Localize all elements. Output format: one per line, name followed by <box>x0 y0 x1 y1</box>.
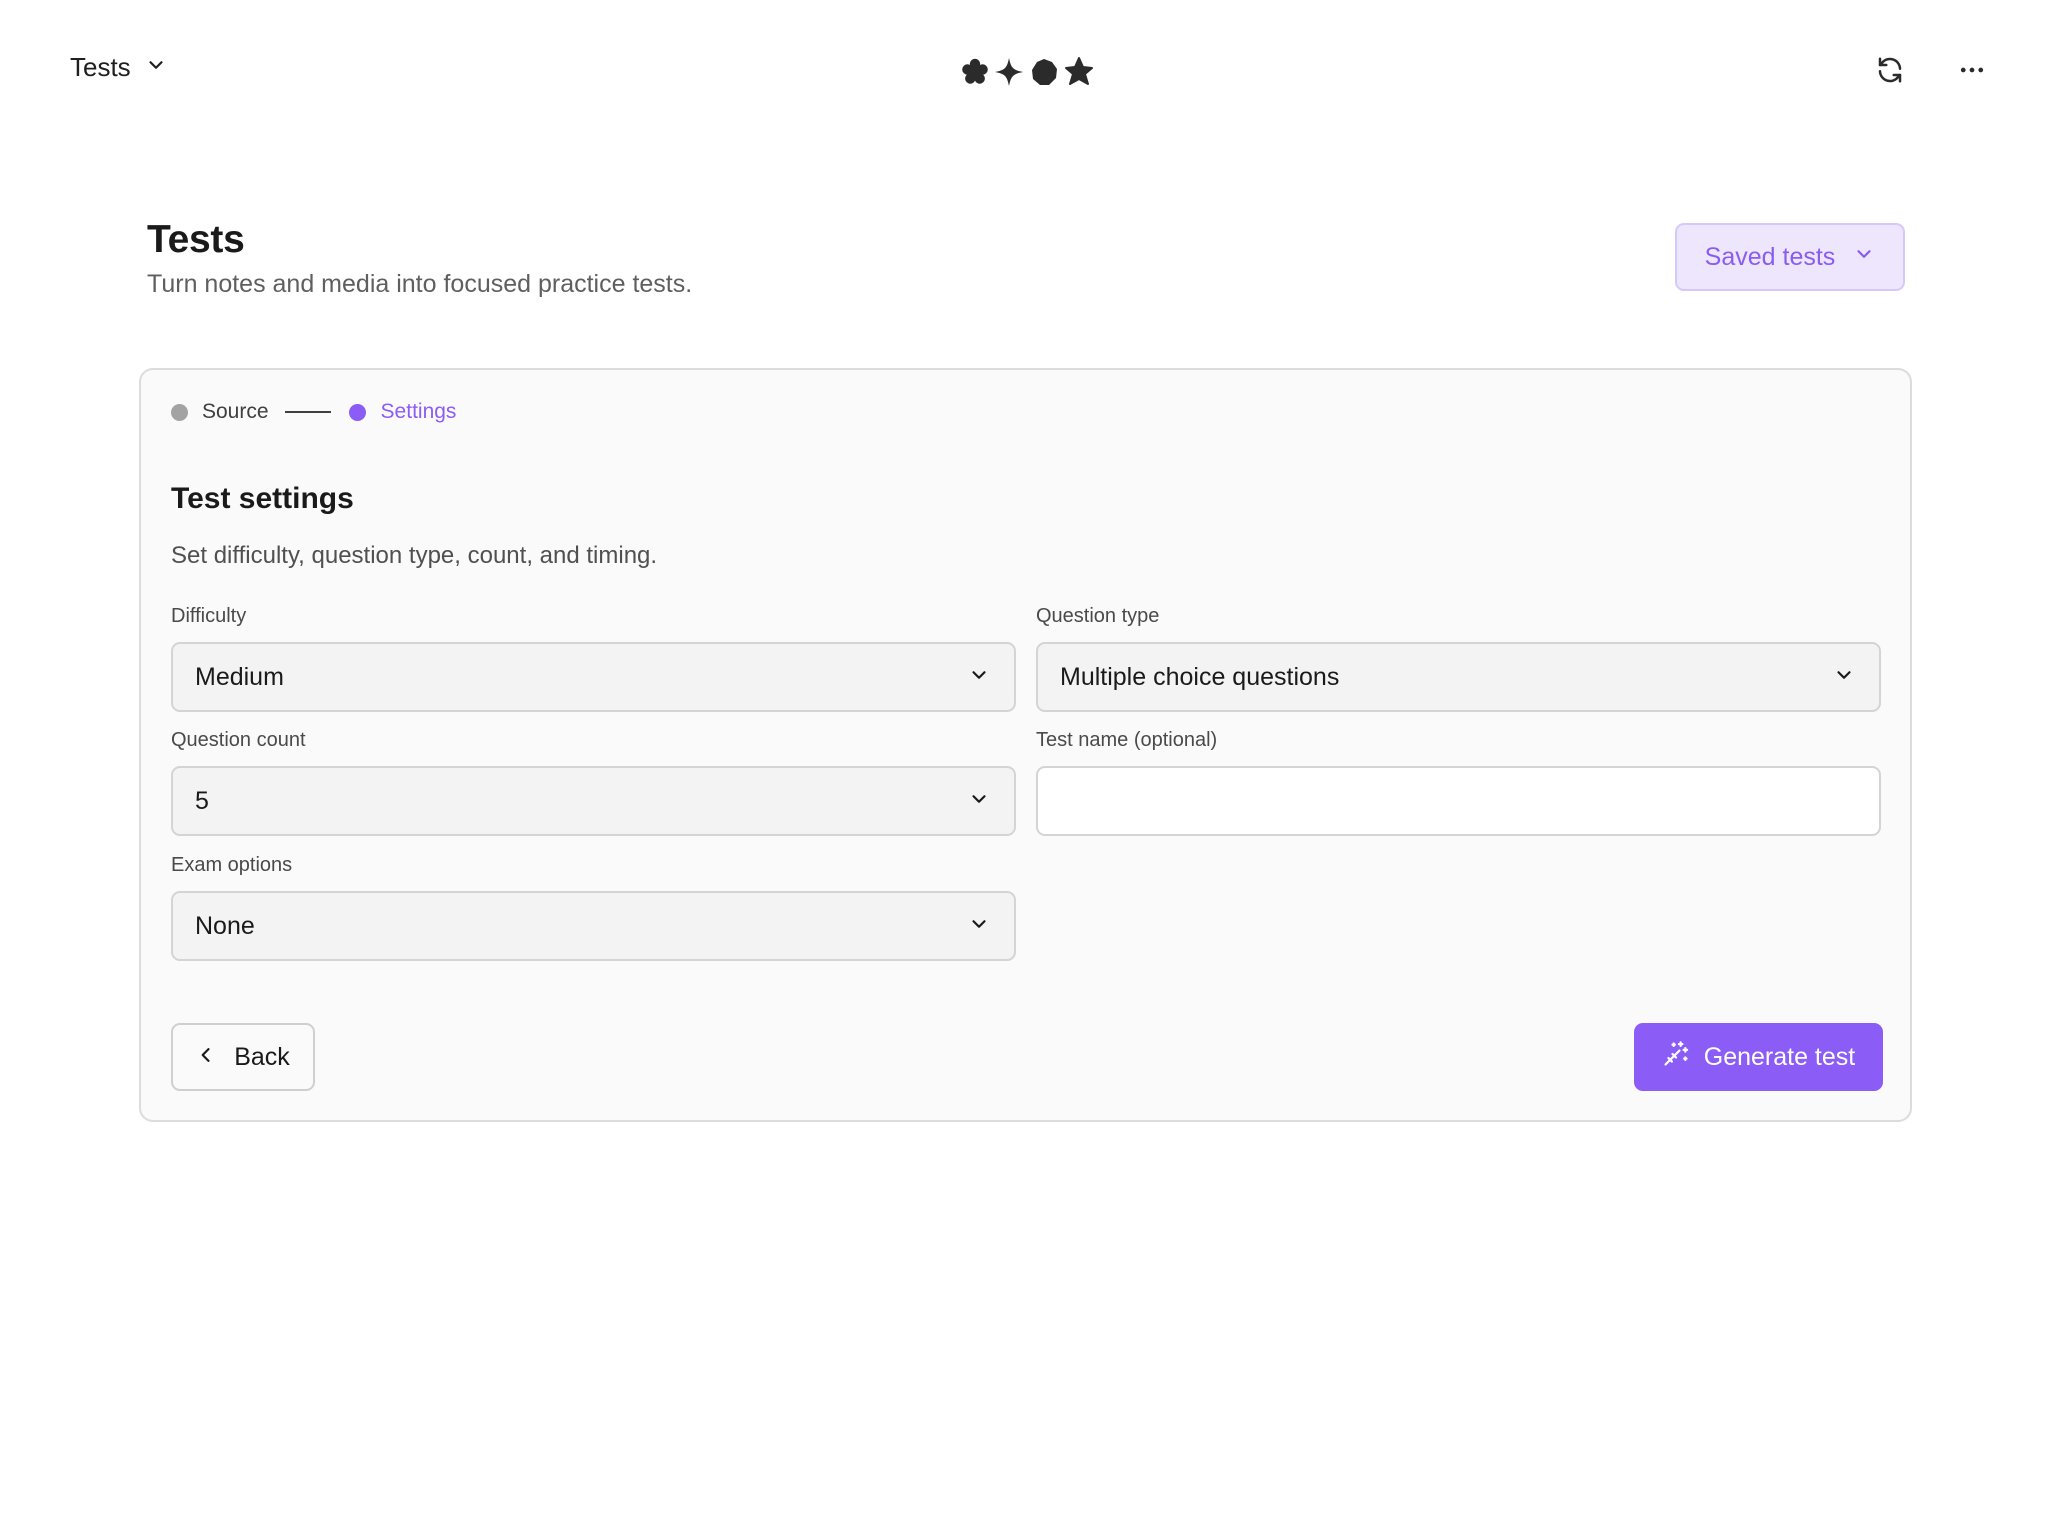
difficulty-select[interactable]: Medium <box>171 642 1016 712</box>
chevron-down-icon <box>968 664 990 691</box>
difficulty-value: Medium <box>195 662 284 691</box>
difficulty-label: Difficulty <box>171 605 247 627</box>
app-switcher-menu[interactable]: Tests <box>70 52 167 83</box>
more-options-button[interactable] <box>1950 50 1994 94</box>
top-bar: Tests <box>0 0 2048 142</box>
chevron-down-icon <box>1853 243 1875 272</box>
step-settings[interactable]: Settings <box>381 400 457 424</box>
question-type-value: Multiple choice questions <box>1060 662 1340 691</box>
chevron-down-icon <box>968 788 990 815</box>
step-dot-settings <box>348 403 366 421</box>
exam-options-label: Exam options <box>171 854 293 876</box>
stepper: Source Settings <box>171 400 456 424</box>
page-title: Tests <box>147 218 245 261</box>
step-source[interactable]: Source <box>202 400 269 424</box>
chevron-left-icon <box>196 1043 216 1072</box>
chevron-down-icon <box>145 52 167 83</box>
test-name-label: Test name (optional) <box>1036 729 1218 751</box>
step-dot-source <box>171 403 188 421</box>
test-name-input[interactable] <box>1036 766 1881 836</box>
question-count-value: 5 <box>195 786 209 815</box>
magic-wand-icon <box>1662 1040 1690 1075</box>
back-button[interactable]: Back <box>171 1023 315 1091</box>
more-horizontal-icon <box>1957 55 1987 90</box>
generate-test-label: Generate test <box>1703 1042 1856 1071</box>
section-title: Test settings <box>171 482 354 515</box>
app-switcher-label: Tests <box>70 52 131 82</box>
question-count-label: Question count <box>171 729 306 751</box>
question-type-select[interactable]: Multiple choice questions <box>1036 642 1881 712</box>
test-settings-card: Source Settings Test settings Set diffic… <box>139 368 1912 1122</box>
step-connector <box>284 411 331 413</box>
page-subtitle: Turn notes and media into focused practi… <box>147 270 693 298</box>
chevron-down-icon <box>968 913 990 940</box>
app-logo <box>960 55 1095 89</box>
back-button-label: Back <box>234 1042 290 1071</box>
question-type-label: Question type <box>1036 605 1160 627</box>
section-description: Set difficulty, question type, count, an… <box>171 542 658 569</box>
generate-test-button[interactable]: Generate test <box>1634 1023 1883 1091</box>
exam-options-select[interactable]: None <box>171 891 1016 961</box>
saved-tests-dropdown[interactable]: Saved tests <box>1675 223 1905 291</box>
refresh-button[interactable] <box>1868 50 1912 94</box>
saved-tests-label: Saved tests <box>1704 242 1836 271</box>
chevron-down-icon <box>1833 664 1855 691</box>
question-count-select[interactable]: 5 <box>171 766 1016 836</box>
refresh-icon <box>1875 55 1905 90</box>
exam-options-value: None <box>195 911 255 940</box>
